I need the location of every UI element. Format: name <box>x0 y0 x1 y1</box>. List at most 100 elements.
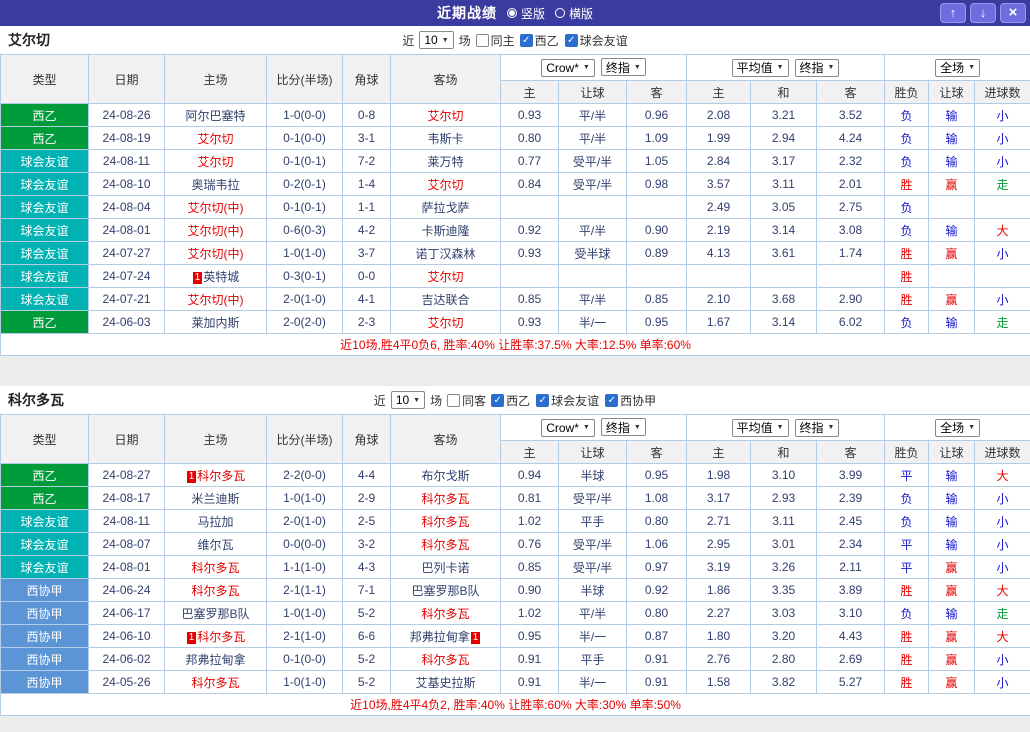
fulltime-select[interactable]: 全场▼ <box>935 419 980 437</box>
goals-result: 小 <box>975 487 1030 510</box>
home-team[interactable]: 艾尔切(中) <box>165 219 267 242</box>
asia-away-odds <box>627 265 687 288</box>
match-date: 24-07-24 <box>89 265 165 288</box>
home-team[interactable]: 莱加内斯 <box>165 311 267 334</box>
same-venue-checkbox[interactable] <box>447 394 460 407</box>
home-team[interactable]: 科尔多瓦 <box>165 579 267 602</box>
home-team[interactable]: 邦弗拉甸拿 <box>165 648 267 671</box>
match-row: 球会友谊24-08-11马拉加2-0(1-0)2-5科尔多瓦1.02平手0.80… <box>1 510 1030 533</box>
europe-draw-odds: 3.20 <box>751 625 817 648</box>
away-team[interactable]: 艾尔切 <box>391 311 501 334</box>
same-venue-checkbox[interactable] <box>476 34 489 47</box>
col-asia-away: 客 <box>627 81 687 104</box>
away-team[interactable]: 科尔多瓦 <box>391 602 501 625</box>
team-link-text: 科尔多瓦 <box>421 607 469 621</box>
bookmaker-select[interactable]: Crow*▼ <box>541 419 595 437</box>
europe-final-select[interactable]: 终指▼ <box>795 59 840 77</box>
match-row: 球会友谊24-08-07维尔瓦0-0(0-0)3-2科尔多瓦0.76受平/半1.… <box>1 533 1030 556</box>
goals-result: 走 <box>975 602 1030 625</box>
match-score: 0-1(0-0) <box>267 648 343 671</box>
europe-away-odds: 3.89 <box>817 579 885 602</box>
close-button[interactable]: × <box>1000 3 1026 23</box>
team-link-text: 艾尔切 <box>197 155 233 169</box>
away-team[interactable]: 科尔多瓦 <box>391 487 501 510</box>
away-team[interactable]: 科尔多瓦 <box>391 533 501 556</box>
away-team[interactable]: 邦弗拉甸拿1 <box>391 625 501 648</box>
europe-draw-odds: 3.26 <box>751 556 817 579</box>
recent-count-value: 10 <box>396 393 409 407</box>
asia-away-odds: 0.91 <box>627 671 687 694</box>
home-team[interactable]: 马拉加 <box>165 510 267 533</box>
match-date: 24-08-01 <box>89 556 165 579</box>
scroll-down-button[interactable]: ↓ <box>970 3 996 23</box>
away-team[interactable]: 萨拉戈萨 <box>391 196 501 219</box>
home-team[interactable]: 科尔多瓦 <box>165 671 267 694</box>
recent-count-select[interactable]: 10▼ <box>419 31 453 49</box>
fulltime-select[interactable]: 全场▼ <box>935 59 980 77</box>
away-team[interactable]: 艾尔切 <box>391 104 501 127</box>
average-select-value: 平均值 <box>737 419 773 436</box>
home-team[interactable]: 1科尔多瓦 <box>165 464 267 487</box>
bookmaker-select[interactable]: Crow*▼ <box>541 59 595 77</box>
match-result: 负 <box>885 510 929 533</box>
team-link-text: 艾基史拉斯 <box>415 676 475 690</box>
average-select[interactable]: 平均值▼ <box>732 59 789 77</box>
away-team[interactable]: 韦斯卡 <box>391 127 501 150</box>
home-team[interactable]: 阿尔巴塞特 <box>165 104 267 127</box>
unit-label: 场 <box>459 32 471 49</box>
home-team[interactable]: 艾尔切(中) <box>165 242 267 265</box>
average-select[interactable]: 平均值▼ <box>732 419 789 437</box>
away-team[interactable]: 莱万特 <box>391 150 501 173</box>
asia-handicap: 受平/半 <box>559 173 627 196</box>
asia-final-select[interactable]: 终指▼ <box>601 418 646 436</box>
recent-count-select[interactable]: 10▼ <box>391 391 425 409</box>
home-team[interactable]: 维尔瓦 <box>165 533 267 556</box>
away-team[interactable]: 艾尔切 <box>391 173 501 196</box>
away-team[interactable]: 诺丁汉森林 <box>391 242 501 265</box>
home-team[interactable]: 巴塞罗那B队 <box>165 602 267 625</box>
view-mode-radio[interactable]: 横版 <box>555 5 593 22</box>
europe-home-odds: 2.10 <box>687 288 751 311</box>
league-checkbox[interactable]: ✓ <box>536 394 549 407</box>
away-team[interactable]: 巴塞罗那B队 <box>391 579 501 602</box>
scroll-up-button[interactable]: ↑ <box>940 3 966 23</box>
home-team[interactable]: 1英特城 <box>165 265 267 288</box>
same-venue-filter[interactable]: 同客 <box>447 392 486 409</box>
home-team[interactable]: 艾尔切(中) <box>165 196 267 219</box>
league-label: 西协甲 <box>620 392 656 409</box>
away-team[interactable]: 科尔多瓦 <box>391 510 501 533</box>
away-team[interactable]: 艾尔切 <box>391 265 501 288</box>
away-team[interactable]: 艾基史拉斯 <box>391 671 501 694</box>
league-filter[interactable]: ✓球会友谊 <box>536 392 599 409</box>
home-team[interactable]: 米兰迪斯 <box>165 487 267 510</box>
home-team[interactable]: 艾尔切 <box>165 150 267 173</box>
europe-draw-odds: 2.80 <box>751 648 817 671</box>
away-team[interactable]: 布尔戈斯 <box>391 464 501 487</box>
league-checkbox[interactable]: ✓ <box>491 394 504 407</box>
league-checkbox[interactable]: ✓ <box>605 394 618 407</box>
home-team[interactable]: 艾尔切 <box>165 127 267 150</box>
league-filter[interactable]: ✓西协甲 <box>605 392 656 409</box>
home-team[interactable]: 科尔多瓦 <box>165 556 267 579</box>
asia-final-select[interactable]: 终指▼ <box>601 58 646 76</box>
home-team[interactable]: 奥瑞韦拉 <box>165 173 267 196</box>
same-venue-filter[interactable]: 同主 <box>476 32 515 49</box>
europe-home-odds: 2.84 <box>687 150 751 173</box>
league-checkbox[interactable]: ✓ <box>565 34 578 47</box>
home-team[interactable]: 1科尔多瓦 <box>165 625 267 648</box>
europe-final-select[interactable]: 终指▼ <box>795 419 840 437</box>
league-checkbox[interactable]: ✓ <box>520 34 533 47</box>
home-team[interactable]: 艾尔切(中) <box>165 288 267 311</box>
away-team[interactable]: 巴列卡诺 <box>391 556 501 579</box>
league-filter[interactable]: ✓西乙 <box>491 392 530 409</box>
league-filter[interactable]: ✓西乙 <box>520 32 559 49</box>
match-row: 西协甲24-06-02邦弗拉甸拿0-1(0-0)5-2科尔多瓦0.91平手0.9… <box>1 648 1030 671</box>
away-team[interactable]: 卡斯迪隆 <box>391 219 501 242</box>
asia-home-odds: 0.84 <box>501 173 559 196</box>
away-team[interactable]: 吉达联合 <box>391 288 501 311</box>
asia-final-select-value: 终指 <box>606 419 630 436</box>
league-filter[interactable]: ✓球会友谊 <box>565 32 628 49</box>
away-team[interactable]: 科尔多瓦 <box>391 648 501 671</box>
view-mode-radio[interactable]: 竖版 <box>507 5 545 22</box>
match-row: 西乙24-08-17米兰迪斯1-0(1-0)2-9科尔多瓦0.81受平/半1.0… <box>1 487 1030 510</box>
